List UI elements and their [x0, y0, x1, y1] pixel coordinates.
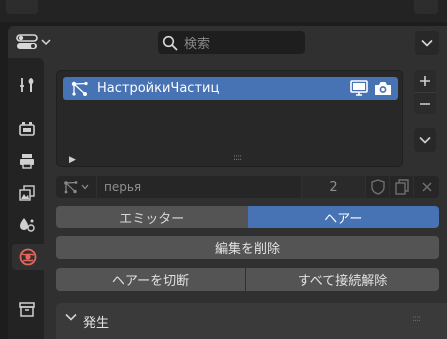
- top-strip: [0, 0, 447, 22]
- browse-settings-button[interactable]: [56, 176, 96, 198]
- output-icon: [20, 154, 34, 169]
- fake-user-button[interactable]: [365, 176, 389, 198]
- remove-particle-button[interactable]: [414, 92, 436, 114]
- chevron-down-icon: [41, 39, 51, 46]
- view-layer-icon: [19, 185, 35, 201]
- tab-particles[interactable]: [14, 212, 40, 238]
- properties-editor: 検索 НастройкиЧастиц ▶:::: перья 2 エミッター …: [8, 26, 447, 339]
- settings-name-field[interactable]: перья: [96, 176, 301, 198]
- particle-system-name[interactable]: НастройкиЧастиц: [97, 81, 219, 96]
- shield-icon: [370, 179, 385, 195]
- chevron-down-icon: [419, 136, 431, 144]
- camera-icon[interactable]: [374, 80, 392, 97]
- tab-physics[interactable]: [12, 244, 44, 270]
- top-left-button[interactable]: [6, 0, 38, 14]
- monitor-icon[interactable]: [350, 80, 368, 97]
- play-icon[interactable]: ▶: [69, 155, 76, 165]
- unlink-button[interactable]: [413, 176, 439, 198]
- particle-type-toggle: エミッター ヘアー: [56, 206, 439, 228]
- render-icon: [19, 122, 35, 136]
- close-icon: [421, 182, 432, 192]
- cut-hair-button[interactable]: ヘアーを切断: [56, 268, 245, 291]
- properties-header: 検索: [8, 26, 447, 58]
- disconnect-all-button[interactable]: すべて接続解除: [246, 268, 439, 291]
- tab-constraints[interactable]: [14, 296, 40, 322]
- search-icon: [162, 35, 178, 51]
- top-right-button[interactable]: [414, 0, 438, 14]
- hair-option[interactable]: ヘアー: [247, 206, 439, 228]
- duplicate-button[interactable]: [389, 176, 413, 198]
- drag-handle-icon[interactable]: ::::: [412, 314, 421, 324]
- panel-title: 発生: [83, 316, 110, 331]
- archive-icon: [19, 302, 35, 317]
- editor-type-dropdown[interactable]: [16, 31, 64, 53]
- search-placeholder: 検索: [184, 37, 211, 52]
- particles-content: НастройкиЧастиц ▶ :::: перья 2 エミッター ヘアー…: [44, 58, 447, 339]
- tab-view-layer[interactable]: [14, 180, 40, 206]
- particle-systems-list[interactable]: НастройкиЧастиц ▶ ::::: [56, 70, 403, 167]
- particle-system-icon: [71, 81, 88, 96]
- properties-editor-icon: [16, 34, 38, 49]
- emitter-option[interactable]: エミッター: [56, 206, 248, 228]
- options-dropdown[interactable]: [415, 31, 439, 55]
- tool-icon: [20, 78, 34, 92]
- list-item[interactable]: НастройкиЧастиц: [63, 77, 398, 100]
- particle-system-icon: [64, 181, 78, 194]
- particle-settings-selector: перья 2: [56, 176, 439, 198]
- visibility-toggles: [350, 80, 392, 97]
- delete-edit-button[interactable]: 編集を削除: [56, 236, 439, 259]
- specials-dropdown[interactable]: [414, 128, 436, 152]
- duplicate-icon: [394, 179, 409, 195]
- physics-icon: [19, 248, 37, 266]
- particles-icon: [20, 218, 35, 232]
- tab-render[interactable]: [14, 116, 40, 142]
- emission-panel-header[interactable]: 発生 ::::: [56, 303, 447, 339]
- resize-grip-icon[interactable]: ::::: [233, 153, 242, 163]
- properties-tabs: [8, 58, 44, 339]
- user-count[interactable]: 2: [301, 176, 365, 198]
- chevron-down-icon: [421, 39, 433, 47]
- search-input[interactable]: 検索: [158, 31, 305, 54]
- chevron-down-icon: [65, 313, 77, 321]
- add-particle-button[interactable]: [414, 70, 436, 92]
- plus-icon: [420, 76, 430, 86]
- chevron-down-icon: [81, 184, 89, 190]
- minus-icon: [420, 102, 430, 105]
- tab-tool[interactable]: [14, 72, 40, 98]
- tab-output[interactable]: [14, 148, 40, 174]
